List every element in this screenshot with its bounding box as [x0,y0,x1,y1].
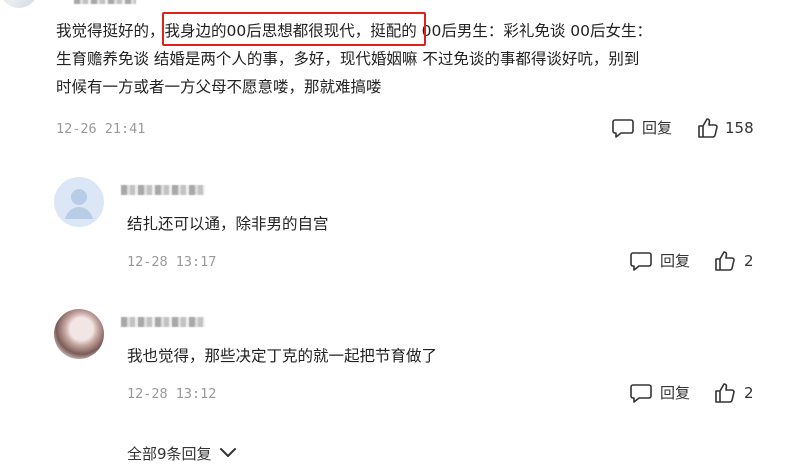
comment-time: 12-26 21:41 [56,121,146,137]
comment-bubble-icon [612,118,634,138]
highlight-annotation [162,12,426,46]
comment-line: 生育赡养免谈 结婚是两个人的事，多好，现代婚姻嘛 不过免谈的事都得谈好吭，别到 [56,50,640,68]
avatar[interactable] [54,309,104,359]
reply-label: 回复 [660,384,691,402]
reply-time: 12-28 13:17 [127,254,217,270]
thumbs-up-icon [697,117,719,139]
default-avatar-icon [65,189,93,219]
username-blurred[interactable] [121,185,205,195]
chevron-down-icon [218,445,238,463]
reply-text: 结扎还可以通，除非男的自宫 [127,215,329,233]
like-button[interactable]: 2 [714,382,754,404]
like-count: 158 [725,119,754,137]
reply-button[interactable]: 回复 [630,382,690,403]
username-blurred[interactable] [121,317,205,327]
thumbs-up-icon [714,250,736,272]
thumbs-up-icon [714,382,736,404]
reply-button[interactable]: 回复 [630,250,690,271]
comment-bubble-icon [630,251,652,271]
reply-label: 回复 [660,252,691,270]
like-count: 2 [744,384,754,402]
like-button[interactable]: 158 [697,117,754,139]
comment-bubble-icon [630,383,652,403]
comment-line: 时候有一方或者一方父母不愿意喽，那就难搞喽 [56,78,382,96]
avatar[interactable] [54,177,104,227]
username-blurred[interactable] [74,0,136,4]
avatar[interactable] [0,0,38,8]
expand-replies-label: 全部9条回复 [127,445,212,463]
reply-time: 12-28 13:12 [127,386,217,402]
reply-label: 回复 [642,119,673,137]
like-count: 2 [744,252,754,270]
reply-text: 我也觉得，那些决定丁克的就一起把节育做了 [127,347,438,365]
expand-replies-button[interactable]: 全部9条回复 [127,443,238,464]
like-button[interactable]: 2 [714,250,754,272]
reply-button[interactable]: 回复 [612,117,672,138]
